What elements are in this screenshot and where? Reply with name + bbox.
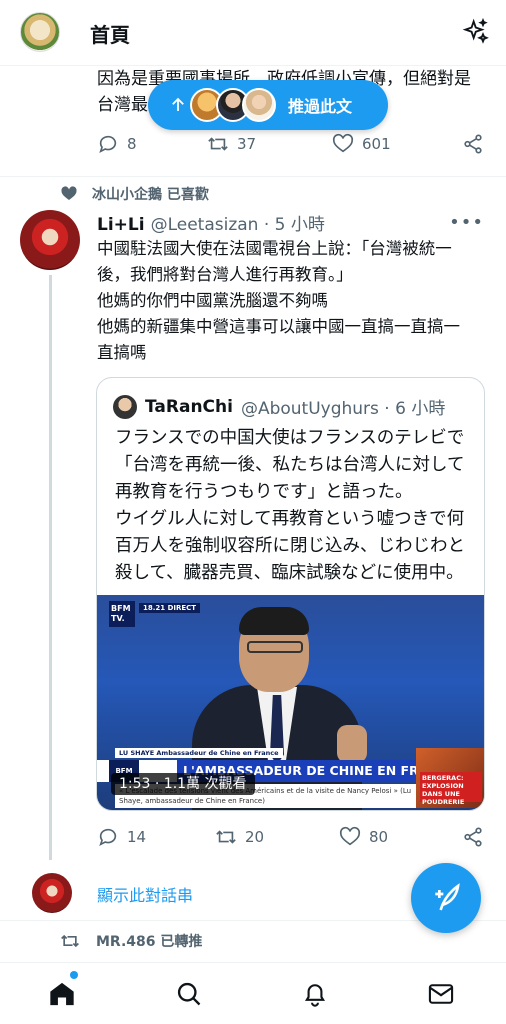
like-button[interactable]: 601 [332, 133, 391, 155]
top-app-bar: 首頁 [0, 0, 506, 66]
like-count: 80 [369, 828, 389, 846]
nav-home[interactable] [45, 977, 79, 1011]
avatar [113, 394, 137, 419]
thread-connector [49, 275, 52, 860]
tweet-text-line: 後，我們將對台灣人進行再教育。」 [97, 265, 353, 284]
retweet-count: 37 [237, 135, 257, 153]
author-handle-time: @Leetasizan · 5 小時 [150, 215, 325, 235]
reply-icon [99, 828, 117, 846]
tweet-text: 中國駐法國大使在法國電視台上說：「台灣被統一 後，我們將對台灣人進行再教育。」 … [97, 236, 492, 366]
avatar[interactable] [20, 210, 80, 270]
tweet-text-line: 百万人を強制収容所に閉じ込み、じわじわと [115, 536, 465, 556]
share-button[interactable] [462, 133, 484, 155]
author-name[interactable]: Li+Li [97, 215, 145, 235]
pill-label: 推過此文 [288, 97, 353, 116]
reply-count: 14 [127, 828, 147, 846]
tweet-text-line: 「台湾を再統一後、私たちは台湾人に対して [115, 455, 465, 475]
nav-messages[interactable] [424, 977, 458, 1011]
author-handle-time: @AboutUyghurs · 6 小時 [240, 399, 446, 419]
new-posts-pill[interactable]: 推過此文 [148, 80, 388, 130]
tweet-text-line: 殺して、臓器売買、臨床試験などに使用中。 [115, 563, 464, 583]
more-options-icon[interactable]: ••• [449, 212, 484, 233]
tweet-actions: 8 37 601 [97, 133, 492, 163]
author-name: TaRanChi [145, 396, 233, 417]
speaker-caption: LU SHAYE Ambassadeur de Chine en France [115, 748, 283, 758]
reply-count: 8 [127, 135, 137, 153]
tweet-text-line: 中國駐法國大使在法國電視台上說：「台灣被統一 [97, 239, 452, 258]
quoted-tweet-text: フランスでの中国大使はフランスのテレビで 「台湾を再統一後、私たちは台湾人に対し… [115, 425, 475, 587]
social-context-label: 冰山小企鵝 已喜歡 [92, 187, 209, 203]
mail-icon [428, 984, 454, 1004]
quoted-tweet[interactable]: TaRanChi @AboutUyghurs · 6 小時 フランスでの中国大使… [96, 377, 485, 811]
tweet-text-line: ウイグル人に対して再教育という嘘つきで何 [115, 509, 465, 529]
share-icon [464, 827, 482, 847]
tweet-text-line: フランスでの中国大使はフランスのテレビで [115, 428, 465, 448]
home-icon [50, 982, 74, 1006]
tweet-actions: 14 20 80 [97, 826, 492, 856]
retweet-icon [216, 830, 236, 844]
social-context[interactable]: MR.486 已轉推 [60, 931, 202, 951]
compose-icon [435, 883, 460, 911]
share-icon [464, 134, 482, 154]
share-button[interactable] [462, 826, 484, 848]
bell-icon [304, 984, 326, 1007]
heart-icon [332, 133, 354, 153]
reply-button[interactable]: 8 [97, 133, 137, 155]
reply-button[interactable]: 14 [97, 826, 146, 848]
page-title: 首頁 [90, 23, 130, 47]
video-duration-views: 1:53 · 1.1萬 次觀看 [111, 773, 255, 795]
divider [0, 176, 506, 177]
side-news-thumbnail: BERGERAC: EXPLOSION DANS UNE POUDRERIE [416, 748, 484, 808]
tweet-text-line: 直搞嗎 [97, 343, 147, 362]
pill-avatars [190, 88, 276, 122]
social-context[interactable]: 冰山小企鵝 已喜歡 [60, 184, 209, 204]
social-context-label: MR.486 已轉推 [96, 934, 203, 950]
search-icon [177, 982, 201, 1006]
heart-icon [339, 826, 361, 846]
show-thread-link[interactable]: 顯示此對話串 [97, 882, 193, 906]
bottom-navigation [0, 962, 506, 1024]
unread-dot [70, 971, 78, 979]
tweet-header: Li+Li @Leetasizan · 5 小時 [97, 210, 325, 235]
tweet-text-line: 再教育を行うつもりです」と語った。 [115, 482, 413, 502]
nav-search[interactable] [172, 977, 206, 1011]
avatar[interactable] [32, 873, 72, 913]
retweet-icon [61, 934, 79, 948]
retweet-icon [208, 137, 228, 151]
retweet-button[interactable]: 20 [215, 826, 264, 848]
video-player[interactable]: BFM TV. 18.21 DIRECT LU SHAYE Ambassadeu… [97, 595, 484, 810]
video-person-hair [239, 607, 309, 635]
sparkle-icon[interactable] [462, 18, 490, 46]
reply-icon [99, 135, 117, 153]
profile-avatar[interactable] [20, 12, 60, 52]
bfm-logo: BFM TV. [109, 601, 135, 627]
like-count: 601 [362, 135, 391, 153]
nav-notifications[interactable] [298, 977, 332, 1011]
retweet-button[interactable]: 37 [207, 133, 256, 155]
retweet-count: 20 [245, 828, 265, 846]
pill-avatar [242, 88, 276, 122]
heart-filled-icon [61, 186, 77, 200]
side-news-text: BERGERAC: EXPLOSION DANS UNE POUDRERIE [420, 772, 482, 806]
quoted-tweet-header: TaRanChi @AboutUyghurs · 6 小時 [113, 394, 445, 419]
compose-button[interactable] [411, 863, 481, 933]
like-button[interactable]: 80 [339, 826, 388, 848]
tweet-text-line: 他媽的你們中國黨洗腦還不夠嗎 [97, 291, 328, 310]
tweet-text-line: 他媽的新疆集中營這事可以讓中國一直搞一直搞一 [97, 317, 460, 336]
video-person-glasses [247, 641, 303, 653]
live-badge: 18.21 DIRECT [139, 603, 201, 613]
